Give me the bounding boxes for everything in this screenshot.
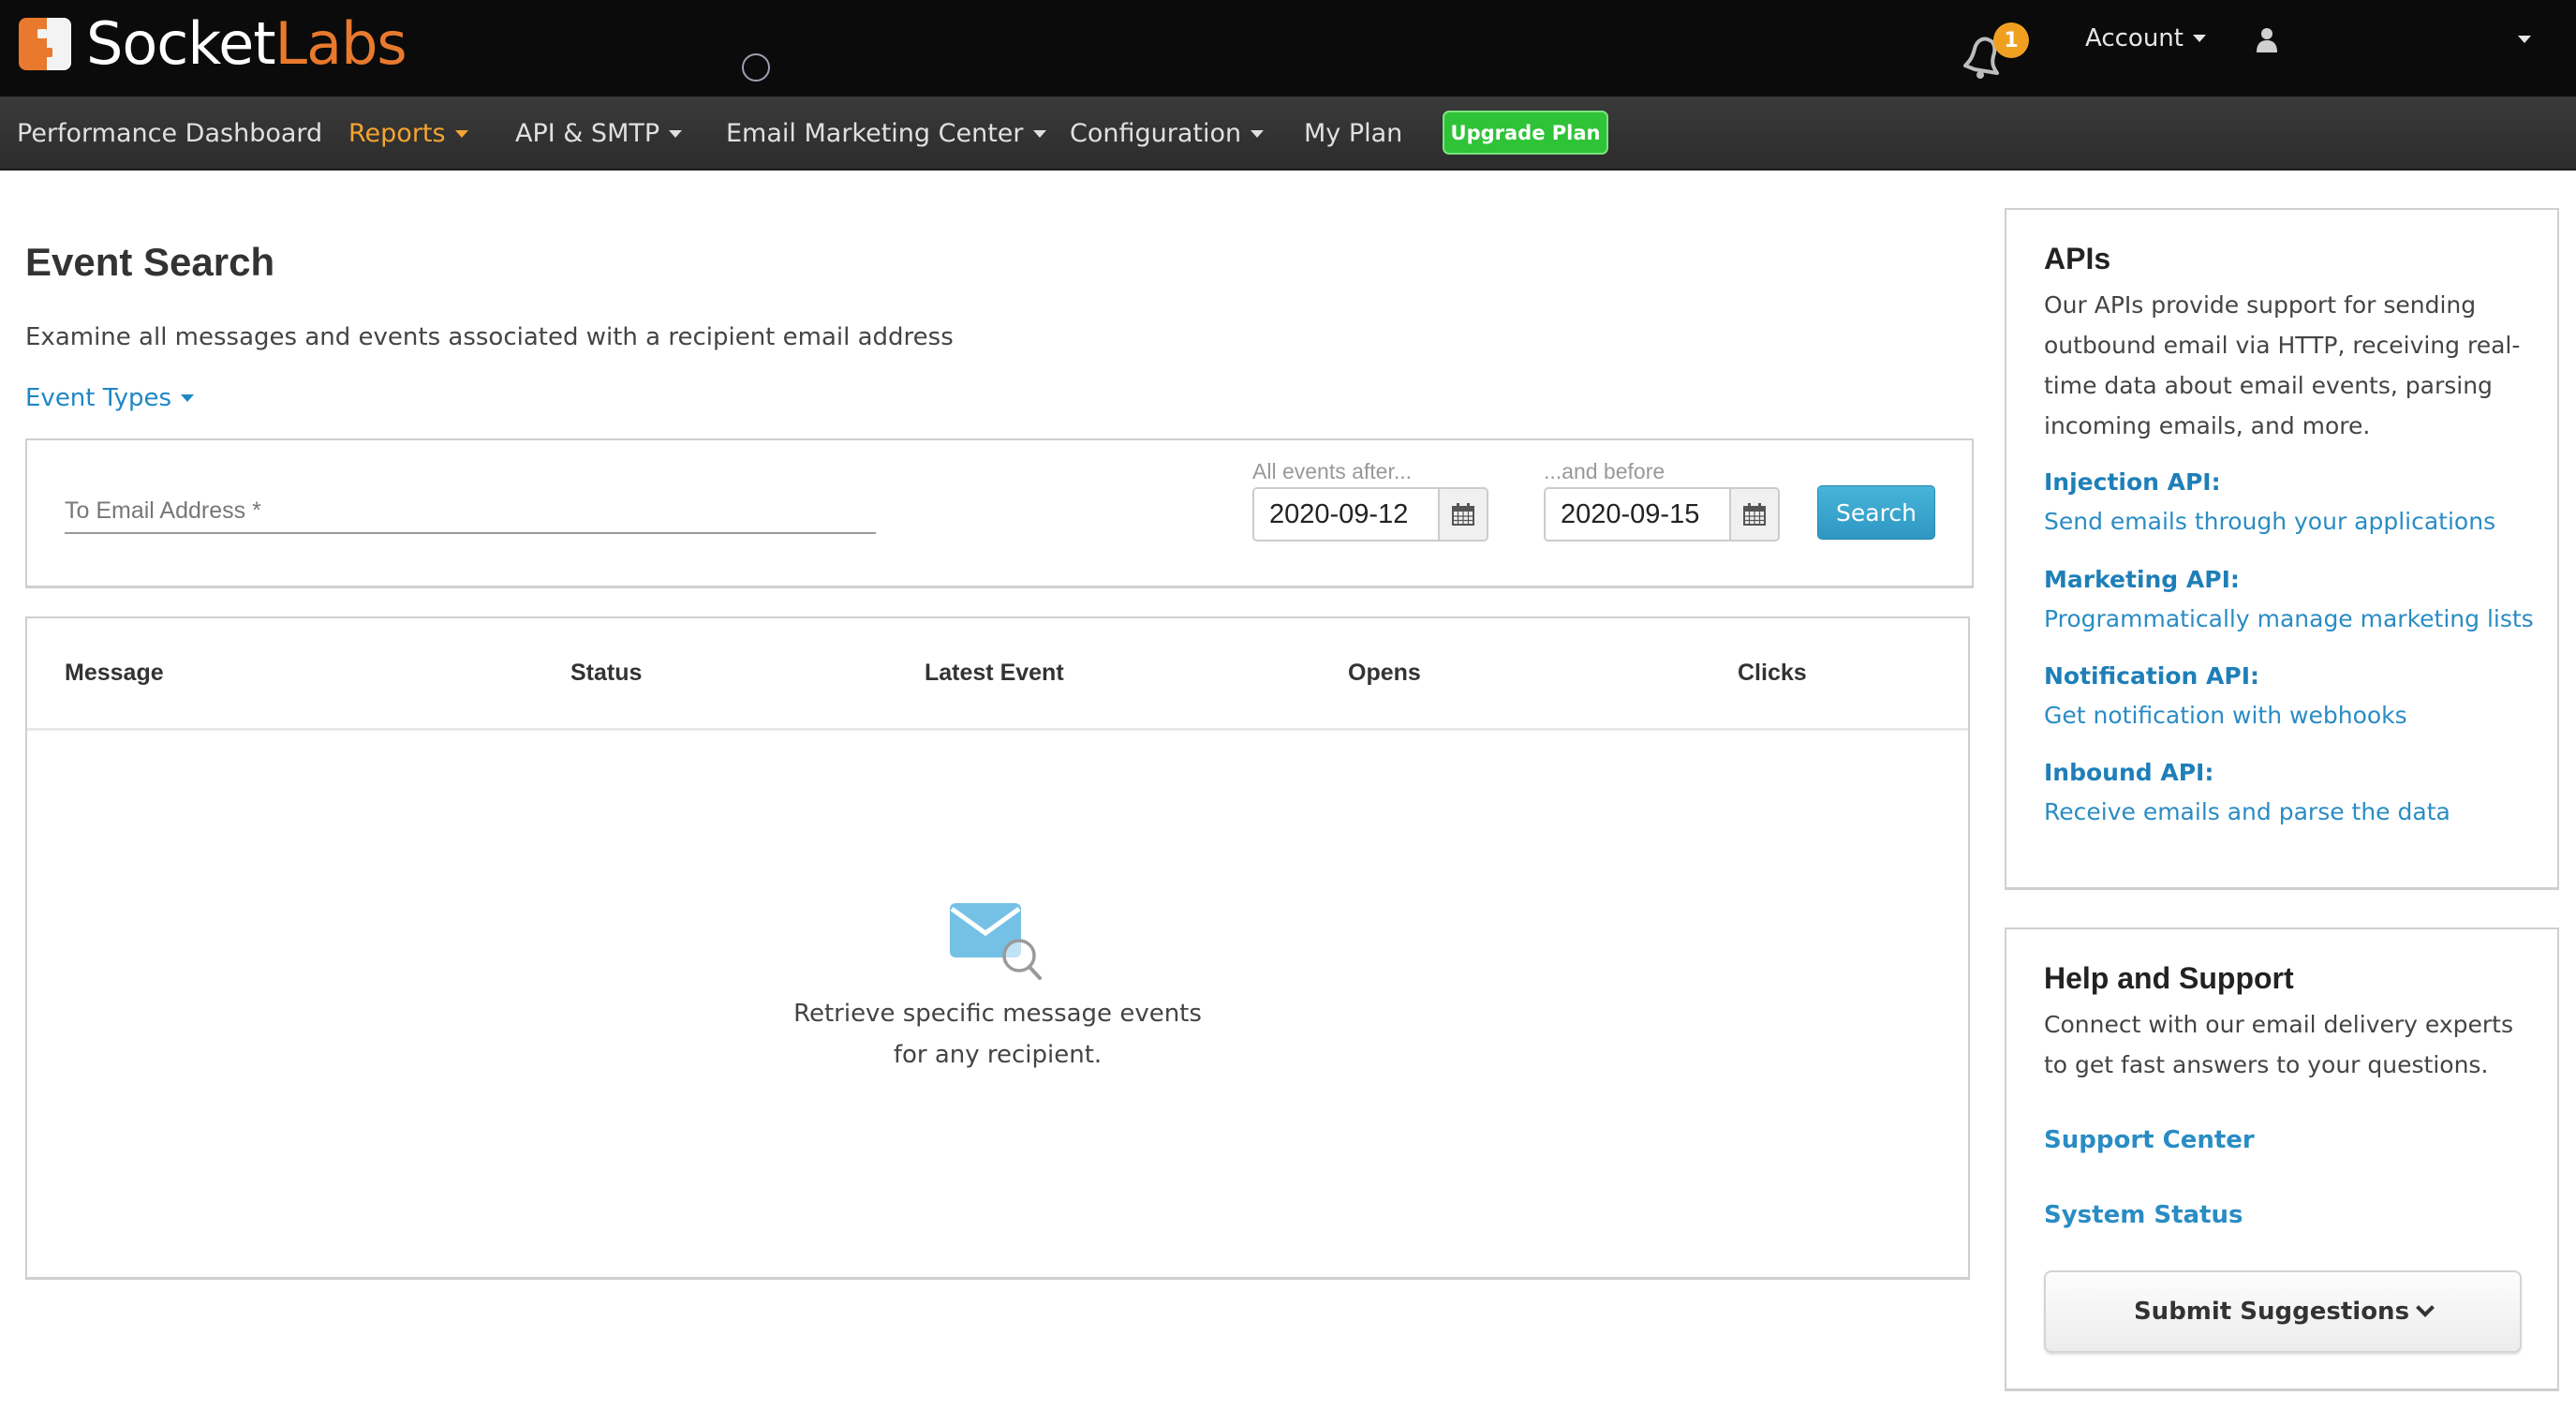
nav-label: Configuration xyxy=(1070,119,1242,148)
to-email-input[interactable] xyxy=(65,489,876,534)
account-label: Account xyxy=(2085,24,2184,52)
results-table: Message Status Latest Event Opens Clicks… xyxy=(25,616,1970,1280)
before-date-label: ...and before xyxy=(1544,459,1666,483)
apis-title: APIs xyxy=(2044,242,2111,275)
nav-reports[interactable]: Reports xyxy=(348,96,468,171)
after-date-label: All events after... xyxy=(1252,459,1413,483)
logo-icon xyxy=(19,18,71,70)
nav-email-marketing-center[interactable]: Email Marketing Center xyxy=(726,96,1046,171)
after-date-input[interactable] xyxy=(1254,489,1438,540)
inbound-api-link[interactable]: Receive emails and parse the data xyxy=(2044,798,2450,825)
empty-state: Retrieve specific message events for any… xyxy=(27,899,1968,1076)
caret-down-icon xyxy=(181,394,195,402)
nav-label: Email Marketing Center xyxy=(726,119,1024,148)
help-description: Connect with our email delivery experts … xyxy=(2044,1011,2513,1078)
search-button[interactable]: Search xyxy=(1817,485,1935,540)
marketing-api-heading: Marketing API: xyxy=(2044,566,2240,593)
nav-configuration[interactable]: Configuration xyxy=(1070,96,1265,171)
table-header: Message Status Latest Event Opens Clicks xyxy=(27,618,1968,731)
column-header-opens[interactable]: Opens xyxy=(1348,660,1421,687)
event-types-dropdown[interactable]: Event Types xyxy=(25,384,195,412)
nav-performance-dashboard[interactable]: Performance Dashboard xyxy=(17,96,322,171)
before-date-input[interactable] xyxy=(1546,489,1729,540)
column-header-latest-event[interactable]: Latest Event xyxy=(925,660,1064,687)
event-types-label: Event Types xyxy=(25,384,172,412)
nav-label: Reports xyxy=(348,119,446,148)
caret-down-icon xyxy=(1032,129,1046,138)
chevron-down-icon xyxy=(2416,1299,2435,1317)
inbound-api-heading: Inbound API: xyxy=(2044,759,2214,786)
mouse-cursor-indicator xyxy=(742,53,770,82)
before-calendar-button[interactable] xyxy=(1729,489,1778,540)
nav-api-smtp[interactable]: API & SMTP xyxy=(515,96,683,171)
account-menu[interactable]: Account xyxy=(2085,24,2206,52)
injection-api-heading: Injection API: xyxy=(2044,468,2221,496)
after-calendar-button[interactable] xyxy=(1438,489,1487,540)
column-header-clicks[interactable]: Clicks xyxy=(1738,660,1807,687)
socketlabs-logo[interactable]: SocketLabs xyxy=(19,15,407,73)
caret-down-icon xyxy=(454,129,468,138)
upgrade-plan-button[interactable]: Upgrade Plan xyxy=(1443,111,1608,155)
nav-label: API & SMTP xyxy=(515,119,660,148)
user-icon[interactable] xyxy=(2256,26,2278,52)
caret-down-icon xyxy=(1251,129,1265,138)
support-center-link[interactable]: Support Center xyxy=(2044,1126,2255,1154)
envelope-search-icon xyxy=(950,903,1042,980)
empty-state-line1: Retrieve specific message events xyxy=(793,1000,1202,1028)
caret-down-icon xyxy=(669,129,683,138)
help-support-panel: Help and Support Connect with our email … xyxy=(2005,928,2559,1391)
notification-api-heading: Notification API: xyxy=(2044,662,2260,690)
marketing-api-link[interactable]: Programmatically manage marketing lists xyxy=(2044,605,2534,632)
logo-text: SocketLabs xyxy=(86,9,407,78)
user-menu-caret-icon[interactable] xyxy=(2518,36,2531,43)
system-status-link[interactable]: System Status xyxy=(2044,1201,2243,1229)
calendar-icon xyxy=(1743,503,1766,526)
help-title: Help and Support xyxy=(2044,961,2294,995)
before-date-picker xyxy=(1544,487,1780,542)
main-nav: Performance Dashboard Reports API & SMTP… xyxy=(0,96,2576,171)
apis-panel: APIs Our APIs provide support for sendin… xyxy=(2005,208,2559,890)
empty-state-line2: for any recipient. xyxy=(893,1041,1103,1069)
notification-api-link[interactable]: Get notification with webhooks xyxy=(2044,702,2407,729)
page-description: Examine all messages and events associat… xyxy=(25,323,954,351)
after-date-picker xyxy=(1252,487,1488,542)
submit-suggestions-button[interactable]: Submit Suggestions xyxy=(2044,1270,2522,1353)
column-header-message[interactable]: Message xyxy=(65,660,164,687)
caret-down-icon xyxy=(2192,35,2206,42)
apis-description: Our APIs provide support for sending out… xyxy=(2044,291,2521,439)
nav-label: My Plan xyxy=(1304,119,1403,148)
top-header: SocketLabs 1 Account xyxy=(0,0,2576,96)
notification-badge[interactable]: 1 xyxy=(1993,22,2029,58)
search-form: All events after... ...and before Search xyxy=(25,438,1974,588)
nav-my-plan[interactable]: My Plan xyxy=(1304,96,1402,171)
injection-api-link[interactable]: Send emails through your applications xyxy=(2044,508,2495,535)
submit-suggestions-label: Submit Suggestions xyxy=(2133,1298,2410,1326)
nav-label: Performance Dashboard xyxy=(17,119,323,148)
page-title: Event Search xyxy=(25,240,275,284)
calendar-icon xyxy=(1452,503,1474,526)
column-header-status[interactable]: Status xyxy=(570,660,642,687)
